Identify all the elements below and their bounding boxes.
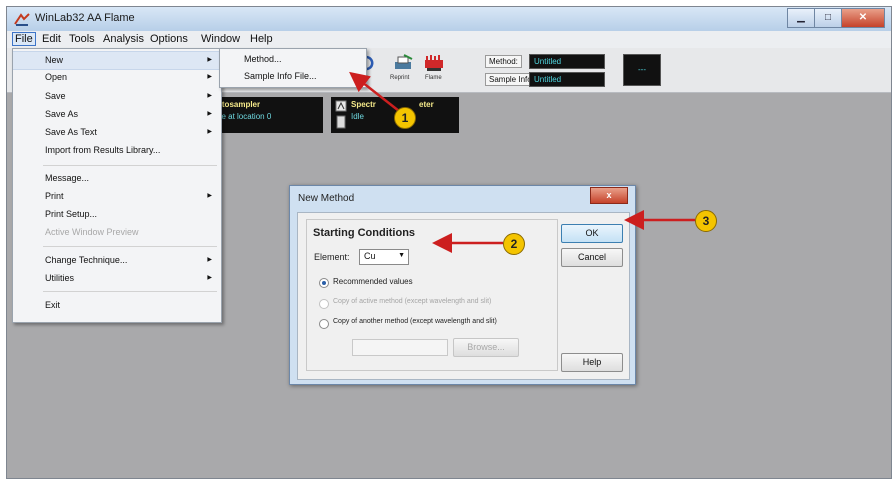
spectrometer-title-end: eter	[419, 100, 434, 109]
minimize-button[interactable]: ▁	[787, 8, 815, 28]
menu-separator	[43, 246, 217, 247]
flame-label: Flame	[425, 75, 442, 81]
option-copy-active-label: Copy of active method (except wavelength…	[333, 298, 492, 305]
callout-3: 3	[695, 210, 717, 232]
maximize-button[interactable]: □	[814, 8, 842, 28]
dropdown-arrow-icon: ▼	[398, 252, 405, 259]
option-recommended-label: Recommended values	[333, 277, 413, 286]
file-menu-item-message[interactable]: Message...	[13, 170, 221, 187]
menu-separator	[43, 165, 217, 166]
submenu-arrow-icon: ▶	[207, 74, 212, 80]
menu-item-label: Message...	[45, 173, 90, 183]
dialog-body: Starting Conditions Element: Cu ▼ Recomm…	[297, 212, 630, 380]
menu-window[interactable]: Window	[201, 33, 240, 45]
method-label: Method:	[485, 55, 522, 68]
submenu-arrow-icon: ▶	[207, 111, 212, 117]
file-menu-item-save-as-text[interactable]: Save As Text ▶	[13, 124, 221, 141]
menu-item-label: Print Setup...	[45, 209, 98, 219]
app-window: WinLab32 AA Flame ▁ □ ✕ File Edit Tools …	[6, 6, 892, 479]
file-menu-item-print-setup[interactable]: Print Setup...	[13, 206, 221, 223]
spectrometer-title: Spectr	[351, 100, 376, 109]
menu-bar: File Edit Tools Analysis Options Window …	[7, 31, 891, 48]
element-value: Cu	[364, 251, 376, 261]
menu-item-label: Print	[45, 191, 64, 201]
menu-separator	[43, 291, 217, 292]
autosampler-text: be at location 0	[217, 112, 272, 121]
menu-item-label: Exit	[45, 300, 61, 310]
dialog-title: New Method	[298, 193, 355, 204]
file-menu: New ▶ Open ▶ Save ▶ Save As ▶ Save As Te…	[12, 48, 222, 323]
submenu-arrow-icon: ▶	[207, 57, 212, 63]
file-menu-item-exit[interactable]: Exit	[13, 297, 221, 314]
option-copy-another-label: Copy of another method (except wavelengt…	[333, 318, 497, 325]
cancel-button[interactable]: Cancel	[561, 248, 623, 267]
menu-item-label: Import from Results Library...	[45, 145, 161, 155]
menu-item-label: Open	[45, 72, 68, 82]
menu-item-label: Save As Text	[45, 127, 97, 137]
file-menu-item-import[interactable]: Import from Results Library...	[13, 142, 221, 159]
app-icon	[14, 13, 30, 26]
sample-info-value: Untitled	[529, 72, 605, 87]
autosampler-title: utosampler	[217, 100, 261, 109]
menu-item-label: Sample Info File...	[244, 71, 317, 81]
close-button[interactable]: ✕	[841, 8, 885, 28]
menu-item-label: Change Technique...	[45, 255, 128, 265]
spectrometer-text: Idle	[351, 112, 364, 121]
menu-analysis[interactable]: Analysis	[103, 33, 144, 45]
submenu-item-method[interactable]: Method...	[220, 51, 366, 68]
help-button[interactable]: Help	[561, 353, 623, 372]
reprint-icon[interactable]	[392, 54, 416, 72]
menu-item-label: Save As	[45, 109, 79, 119]
file-menu-item-change-technique[interactable]: Change Technique... ▶	[13, 252, 221, 269]
radio-copy-active	[319, 299, 329, 309]
submenu-arrow-icon: ▶	[207, 193, 212, 199]
group-title: Starting Conditions	[313, 227, 416, 239]
new-method-dialog: New Method x Starting Conditions Element…	[289, 185, 636, 385]
element-select[interactable]: Cu ▼	[359, 249, 409, 265]
submenu-arrow-icon: ▶	[207, 93, 212, 99]
method-path-field	[352, 339, 448, 356]
radio-copy-another[interactable]	[319, 319, 329, 329]
browse-button: Browse...	[453, 338, 519, 357]
callout-2: 2	[503, 233, 525, 255]
file-menu-item-save[interactable]: Save ▶	[13, 88, 221, 105]
menu-help[interactable]: Help	[250, 33, 273, 45]
menu-options[interactable]: Options	[150, 33, 188, 45]
element-label: Element:	[314, 252, 350, 262]
reprint-label: Reprint	[390, 75, 410, 81]
menu-item-label: Save	[45, 91, 66, 101]
submenu-arrow-icon: ▶	[207, 129, 212, 135]
extra-status-box: ---	[623, 54, 661, 86]
menu-tools[interactable]: Tools	[69, 33, 95, 45]
submenu-arrow-icon: ▶	[207, 257, 212, 263]
file-menu-item-active-window-preview: Active Window Preview	[13, 224, 221, 241]
file-menu-item-print[interactable]: Print ▶	[13, 188, 221, 205]
spectrometer-lamp-icon	[336, 115, 346, 129]
radio-recommended[interactable]	[319, 278, 329, 288]
file-menu-item-utilities[interactable]: Utilities ▶	[13, 270, 221, 287]
menu-file[interactable]: File	[12, 32, 36, 46]
menu-item-label: Method...	[244, 54, 282, 64]
ok-button[interactable]: OK	[561, 224, 623, 243]
new-submenu: Method... Sample Info File...	[219, 48, 367, 88]
window-title: WinLab32 AA Flame	[35, 12, 135, 24]
menu-item-label: Active Window Preview	[45, 227, 139, 237]
title-bar: WinLab32 AA Flame ▁ □ ✕	[7, 7, 891, 32]
menu-item-label: New	[45, 55, 64, 65]
file-menu-item-open[interactable]: Open ▶	[13, 69, 221, 86]
file-menu-item-new[interactable]: New ▶	[13, 51, 221, 70]
method-value: Untitled	[529, 54, 605, 69]
menu-item-label: Utilities	[45, 273, 75, 283]
menu-edit[interactable]: Edit	[42, 33, 61, 45]
file-menu-item-save-as[interactable]: Save As ▶	[13, 106, 221, 123]
callout-1: 1	[394, 107, 416, 129]
flame-icon[interactable]	[422, 54, 446, 72]
dialog-close-button[interactable]: x	[590, 187, 628, 204]
submenu-item-sample-info-file[interactable]: Sample Info File...	[220, 68, 366, 85]
spectrometer-icon	[335, 100, 347, 112]
submenu-arrow-icon: ▶	[207, 275, 212, 281]
